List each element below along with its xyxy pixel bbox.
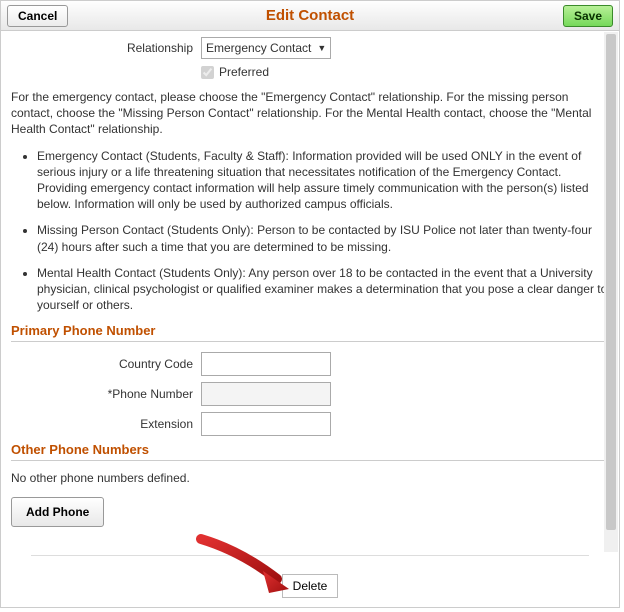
other-phones-header: Other Phone Numbers: [11, 442, 609, 461]
country-code-label: Country Code: [11, 357, 201, 371]
preferred-label: Preferred: [219, 65, 269, 79]
save-button[interactable]: Save: [563, 5, 613, 27]
phone-number-label: *Phone Number: [11, 387, 201, 401]
add-phone-button[interactable]: Add Phone: [11, 497, 104, 527]
list-item: Missing Person Contact (Students Only): …: [37, 222, 609, 254]
bullet-list: Emergency Contact (Students, Faculty & S…: [11, 148, 609, 314]
extension-label: Extension: [11, 417, 201, 431]
extension-input[interactable]: [201, 412, 331, 436]
relationship-select[interactable]: Emergency Contact ▼: [201, 37, 331, 59]
preferred-checkbox[interactable]: [201, 66, 214, 79]
scrollbar-thumb[interactable]: [606, 34, 616, 530]
list-item: Emergency Contact (Students, Faculty & S…: [37, 148, 609, 213]
cancel-button[interactable]: Cancel: [7, 5, 68, 27]
chevron-down-icon: ▼: [317, 43, 326, 53]
dialog-header: Cancel Edit Contact Save: [1, 1, 619, 31]
instructions-text: For the emergency contact, please choose…: [11, 89, 609, 138]
phone-number-row: *Phone Number: [11, 382, 609, 406]
primary-phone-header: Primary Phone Number: [11, 323, 609, 342]
dialog-title: Edit Contact: [266, 7, 354, 24]
relationship-value: Emergency Contact: [206, 41, 311, 55]
list-item: Mental Health Contact (Students Only): A…: [37, 265, 609, 314]
delete-section: Delete: [31, 555, 589, 598]
relationship-row: Relationship Emergency Contact ▼: [11, 37, 609, 59]
scrollbar[interactable]: [604, 32, 618, 552]
country-code-input[interactable]: [201, 352, 331, 376]
delete-button[interactable]: Delete: [282, 574, 339, 598]
no-other-phones-text: No other phone numbers defined.: [11, 471, 609, 485]
preferred-row: Preferred: [201, 65, 609, 79]
phone-number-input[interactable]: [201, 382, 331, 406]
country-code-row: Country Code: [11, 352, 609, 376]
dialog-container: Cancel Edit Contact Save Relationship Em…: [0, 0, 620, 608]
dialog-content: Relationship Emergency Contact ▼ Preferr…: [1, 31, 619, 607]
extension-row: Extension: [11, 412, 609, 436]
relationship-label: Relationship: [11, 41, 201, 55]
